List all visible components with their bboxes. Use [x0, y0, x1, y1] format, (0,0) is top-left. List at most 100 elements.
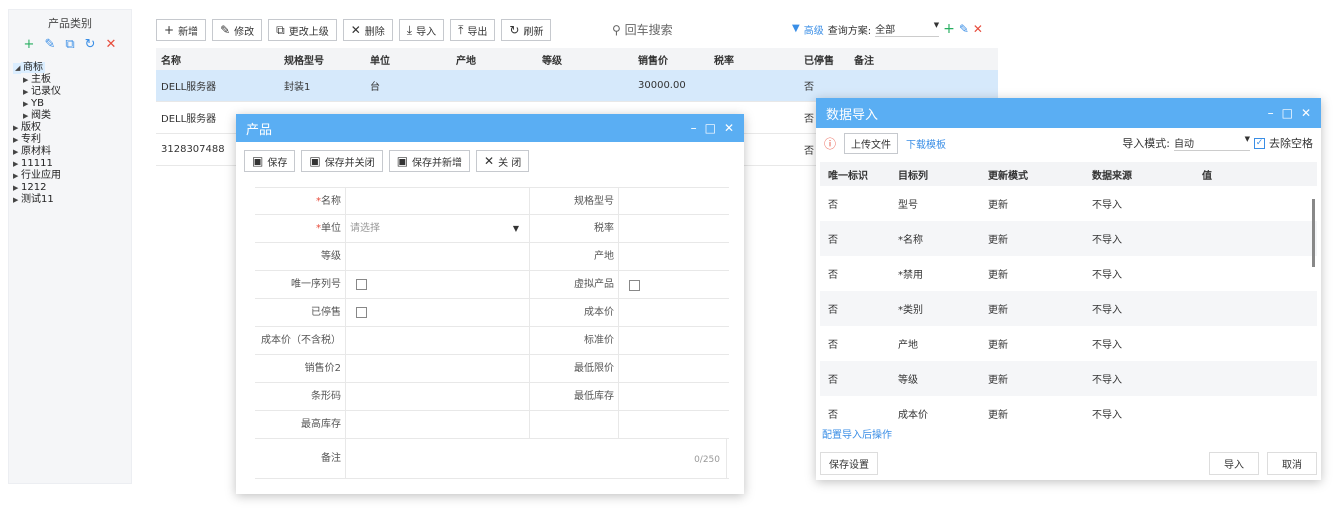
- table-row[interactable]: 否成本价 更新 不导入: [820, 396, 1317, 431]
- tree-item[interactable]: ▶ 记录仪: [9, 86, 131, 98]
- refresh-category-icon[interactable]: ↻: [85, 38, 96, 56]
- maximize-icon[interactable]: □: [1282, 106, 1293, 120]
- table-row[interactable]: 否等级 更新 不导入: [820, 361, 1317, 396]
- search-input[interactable]: ⚲ 回车搜索: [612, 21, 742, 38]
- close-icon[interactable]: ✕: [1301, 106, 1311, 120]
- tree-item[interactable]: ▶ 版权: [9, 122, 131, 134]
- advanced-link[interactable]: 高级: [804, 22, 824, 37]
- minimize-icon[interactable]: –: [691, 121, 697, 135]
- sale-price2-label: 销售价2: [304, 363, 341, 374]
- collapsed-caret-icon[interactable]: ▶: [13, 123, 21, 134]
- cost-field[interactable]: [618, 299, 727, 326]
- edit-category-icon[interactable]: ✎: [44, 38, 55, 56]
- col-header[interactable]: 产地: [456, 52, 542, 67]
- cancel-button[interactable]: 取消: [1267, 451, 1317, 475]
- tree-item-brand[interactable]: ◢ 商标: [9, 62, 131, 74]
- collapsed-caret-icon[interactable]: ▶: [13, 183, 21, 194]
- delete-category-icon[interactable]: ✕: [106, 38, 117, 56]
- tree-item[interactable]: ▶ YB: [9, 98, 131, 110]
- tree-item[interactable]: ▶ 11111: [9, 158, 131, 170]
- close-icon[interactable]: ✕: [724, 121, 734, 135]
- add-category-icon[interactable]: +: [24, 38, 35, 56]
- name-field[interactable]: [345, 188, 530, 214]
- tree-item[interactable]: ▶ 原材料: [9, 146, 131, 158]
- remark-textarea[interactable]: 0/250: [345, 439, 727, 478]
- virtual-checkbox[interactable]: [629, 280, 640, 291]
- save-button[interactable]: ▣ 保存: [244, 150, 296, 172]
- collapsed-caret-icon[interactable]: ▶: [13, 195, 21, 206]
- serial-checkbox[interactable]: [356, 278, 367, 290]
- col-header[interactable]: 备注: [854, 52, 914, 67]
- scheme-select[interactable]: 全部 ▼: [875, 21, 940, 37]
- cost-notax-field[interactable]: [345, 327, 530, 354]
- import-mode-label: 导入模式:: [1122, 137, 1170, 150]
- table-row[interactable]: 否 *名称 更新 不导入: [820, 221, 1317, 256]
- table-row[interactable]: 否产地 更新 不导入: [820, 326, 1317, 361]
- delete-scheme-icon[interactable]: ✕: [973, 23, 983, 35]
- sale-price2-field[interactable]: [345, 355, 530, 382]
- change-parent-button[interactable]: ⧉ 更改上级: [268, 19, 337, 41]
- edit-scheme-icon[interactable]: ✎: [959, 23, 969, 35]
- filter-icon[interactable]: ▼: [792, 24, 800, 34]
- col-header[interactable]: 已停售: [804, 52, 854, 67]
- col-header[interactable]: 税率: [714, 52, 804, 67]
- import-dialog-header[interactable]: 数据导入 – □ ✕: [816, 98, 1321, 128]
- save-new-button[interactable]: ▣ 保存并新增: [388, 150, 471, 172]
- scrollbar[interactable]: [1312, 199, 1315, 267]
- spec-field[interactable]: [618, 188, 727, 214]
- collapsed-caret-icon[interactable]: ▶: [23, 111, 31, 122]
- min-price-field[interactable]: [618, 355, 727, 382]
- table-row[interactable]: 否 *类别 更新 不导入: [820, 291, 1317, 326]
- tree-item[interactable]: ▶ 阀类: [9, 110, 131, 122]
- origin-field[interactable]: [618, 243, 727, 270]
- min-stock-field[interactable]: [618, 383, 727, 410]
- delete-button[interactable]: ✕ 删除: [342, 19, 393, 41]
- edit-button[interactable]: ✎ 修改: [212, 19, 263, 41]
- tree-item[interactable]: ▶ 专利: [9, 134, 131, 146]
- import-confirm-button[interactable]: 导入: [1209, 451, 1259, 475]
- tree-item[interactable]: ▶ 行业应用: [9, 170, 131, 182]
- maximize-icon[interactable]: □: [705, 121, 716, 135]
- after-import-config-link[interactable]: 配置导入后操作: [822, 426, 892, 441]
- expanded-caret-icon[interactable]: ◢: [13, 63, 21, 74]
- col-header[interactable]: 名称: [156, 52, 284, 67]
- collapsed-caret-icon[interactable]: ▶: [23, 87, 31, 98]
- max-stock-field[interactable]: [345, 411, 530, 438]
- export-button[interactable]: ⤒ 导出: [450, 19, 496, 41]
- product-dialog-header[interactable]: 产品 – □ ✕: [236, 114, 744, 142]
- move-category-icon[interactable]: ⧉: [65, 38, 74, 56]
- tree-item[interactable]: ▶ 主板: [9, 74, 131, 86]
- collapsed-caret-icon[interactable]: ▶: [13, 147, 21, 158]
- add-scheme-icon[interactable]: +: [943, 22, 955, 36]
- col-header[interactable]: 规格型号: [284, 52, 370, 67]
- download-template-link[interactable]: 下载模板: [906, 136, 946, 151]
- collapsed-caret-icon[interactable]: ▶: [13, 135, 21, 146]
- add-button[interactable]: + 新增: [156, 19, 207, 41]
- collapsed-caret-icon[interactable]: ▶: [13, 159, 21, 170]
- col-header[interactable]: 等级: [542, 52, 638, 67]
- unit-select[interactable]: 请选择 ▼: [345, 215, 530, 242]
- tree-item[interactable]: ▶ 测试11: [9, 194, 131, 206]
- collapsed-caret-icon[interactable]: ▶: [23, 75, 31, 86]
- table-row[interactable]: 否 *禁用 更新 不导入: [820, 256, 1317, 291]
- import-mode-select[interactable]: 自动 ▼: [1174, 135, 1250, 151]
- col-header[interactable]: 销售价: [638, 52, 714, 67]
- close-button[interactable]: ✕ 关 闭: [476, 150, 530, 172]
- grade-field[interactable]: [345, 243, 530, 270]
- barcode-field[interactable]: [345, 383, 530, 410]
- save-close-button[interactable]: ▣ 保存并关闭: [301, 150, 383, 172]
- collapsed-caret-icon[interactable]: ▶: [13, 171, 21, 182]
- col-header[interactable]: 单位: [370, 52, 456, 67]
- tax-field[interactable]: [618, 215, 727, 242]
- refresh-button[interactable]: ↻ 刷新: [501, 19, 552, 41]
- stopped-checkbox[interactable]: [356, 306, 367, 318]
- std-price-field[interactable]: [618, 327, 727, 354]
- import-button[interactable]: ⤓ 导入: [398, 19, 445, 41]
- collapsed-caret-icon[interactable]: ▶: [23, 99, 31, 110]
- tree-item[interactable]: ▶ 1212: [9, 182, 131, 194]
- trim-checkbox[interactable]: ✓: [1254, 137, 1265, 149]
- table-row[interactable]: 否型号 更新 不导入: [820, 186, 1317, 221]
- upload-file-button[interactable]: 上传文件: [844, 132, 899, 154]
- minimize-icon[interactable]: –: [1268, 106, 1274, 120]
- save-settings-button[interactable]: 保存设置: [820, 451, 878, 475]
